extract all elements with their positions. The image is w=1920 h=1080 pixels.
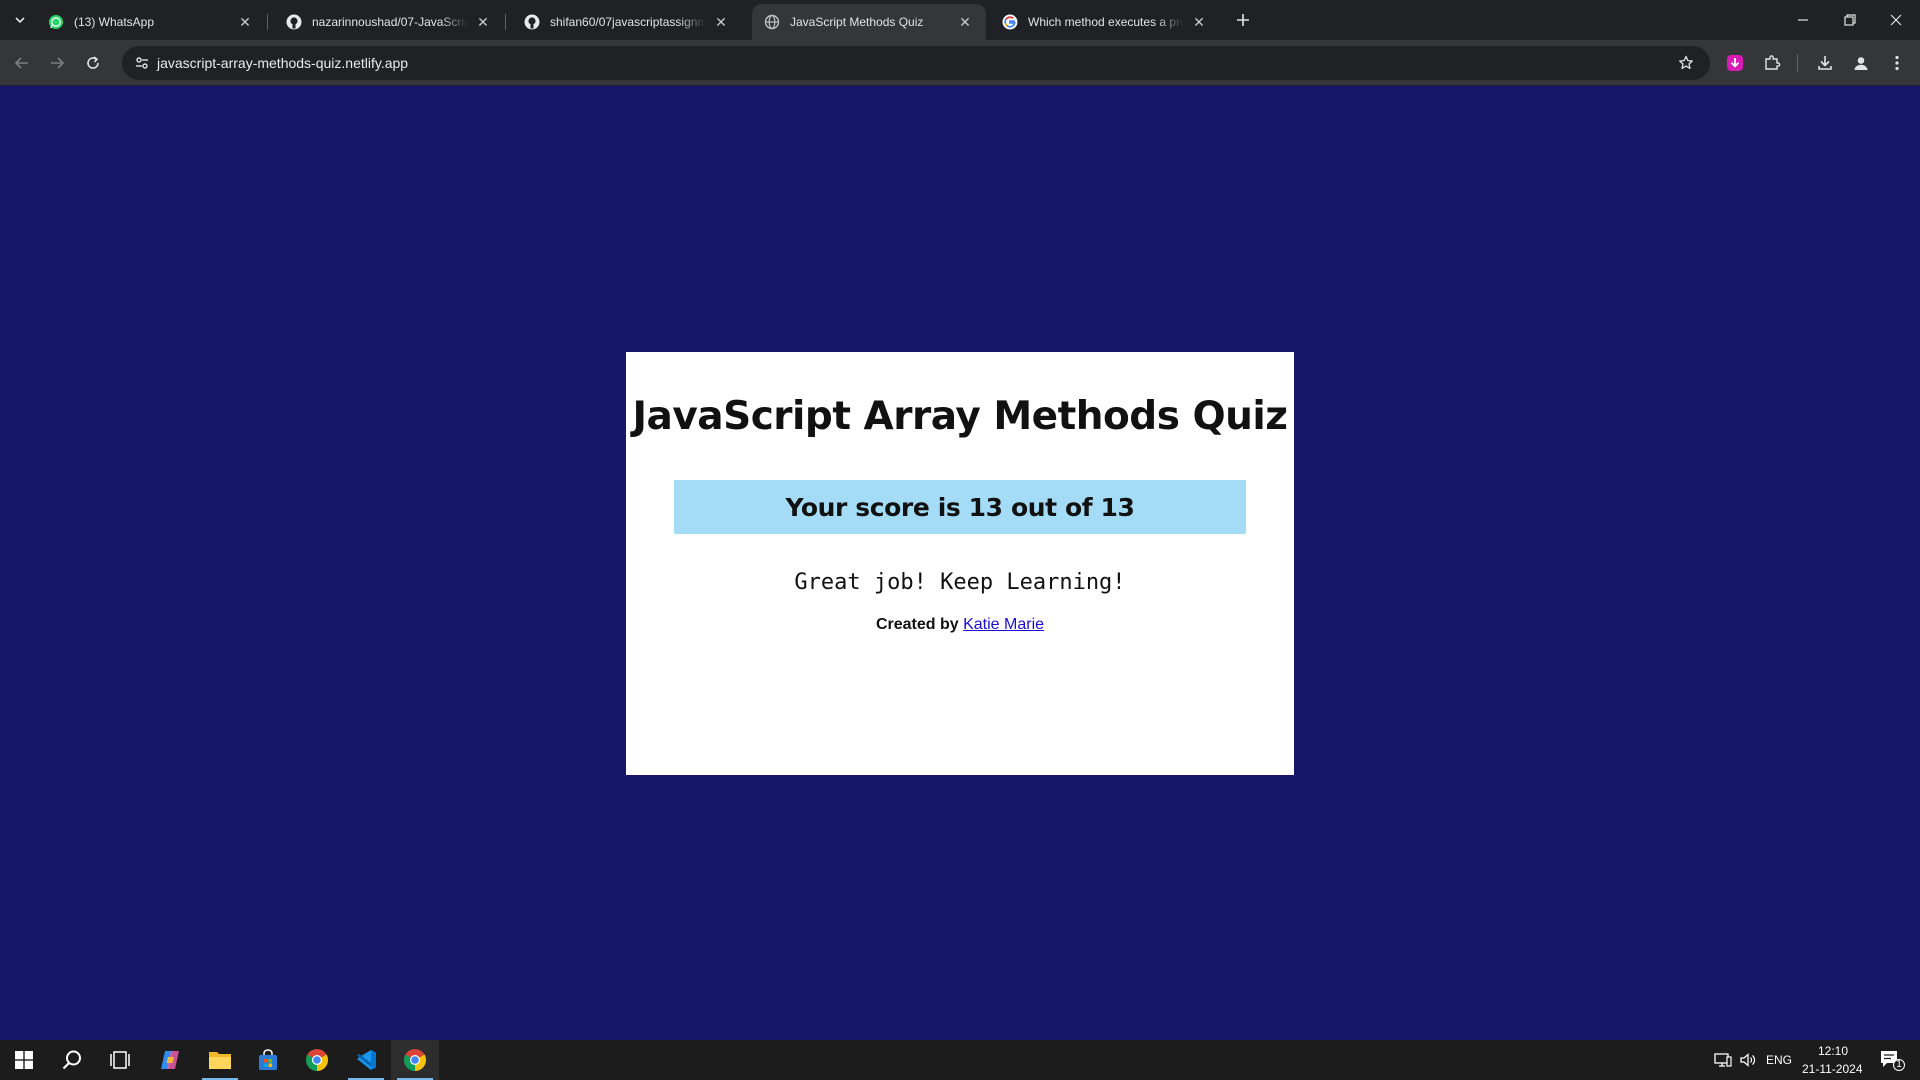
tab-github-nazarinnoushad[interactable]: nazarinnoushad/07-JavaScript- ✕ [274,4,504,40]
minimize-button[interactable] [1780,0,1826,40]
copilot-button[interactable] [146,1040,194,1080]
task-view-icon [110,1051,130,1069]
bookmark-star-button[interactable] [1674,51,1698,75]
profile-button[interactable] [1847,49,1875,77]
file-explorer-button[interactable] [196,1040,244,1080]
tab-separator [505,14,506,30]
close-icon[interactable]: ✕ [1190,13,1208,31]
result-message: Great job! Keep Learning! [794,570,1126,595]
puzzle-icon [1765,55,1781,70]
credit-prefix: Created by [875,616,959,633]
site-info-icon[interactable] [130,51,154,75]
back-button[interactable] [8,49,36,77]
tab-search-button[interactable] [8,8,32,32]
tab-github-shifan60[interactable]: shifan60/07javascriptassignmen ✕ [512,4,742,40]
windows-taskbar: ENG 12:10 21-11-2024 1 [0,1040,1920,1080]
close-icon[interactable]: ✕ [712,13,730,31]
whatsapp-icon [48,14,64,30]
tab-title: nazarinnoushad/07-JavaScript- [312,15,468,29]
menu-button[interactable] [1883,49,1911,77]
chrome-icon [306,1049,328,1071]
credit-line: Created by Katie Marie [626,616,1294,634]
language-indicator[interactable]: ENG [1766,1053,1792,1067]
download-icon [1818,56,1832,70]
star-icon [1679,55,1693,70]
new-tab-button[interactable] [1231,8,1255,32]
vscode-icon [357,1050,376,1070]
tab-javascript-methods-quiz[interactable]: JavaScript Methods Quiz ✕ [752,4,986,40]
browser-toolbar: javascript-array-methods-quiz.netlify.ap… [0,40,1920,86]
close-icon[interactable]: ✕ [956,13,974,31]
vscode-button[interactable] [342,1040,390,1080]
close-icon[interactable]: ✕ [236,13,254,31]
microsoft-store-button[interactable] [244,1040,292,1080]
close-icon[interactable]: ✕ [474,13,492,31]
plus-icon [1237,14,1249,26]
score-banner: Your score is 13 out of 13 [674,480,1246,534]
github-icon [286,14,302,30]
tab-strip: (13) WhatsApp ✕ nazarinnoushad/07-JavaSc… [0,0,1920,40]
search-icon [62,1050,81,1070]
toolbar-separator [1797,54,1798,72]
microsoft-store-icon [259,1049,277,1070]
downloads-button[interactable] [1811,49,1839,77]
google-icon [1002,14,1018,30]
chrome-icon [404,1049,426,1071]
close-icon [1890,14,1902,26]
search-button[interactable] [48,1040,96,1080]
score-text: Your score is 13 out of 13 [785,492,1135,522]
download-extension-button[interactable] [1721,49,1749,77]
tab-google-search[interactable]: Which method executes a provi ✕ [990,4,1220,40]
arrow-right-icon [51,57,65,69]
clock-time[interactable]: 12:10 [1818,1044,1848,1058]
file-explorer-icon [209,1052,231,1069]
network-icon[interactable] [1714,1051,1732,1069]
tab-whatsapp[interactable]: (13) WhatsApp ✕ [36,4,266,40]
chevron-down-icon [15,17,25,24]
tab-title: JavaScript Methods Quiz [790,15,924,29]
reload-button[interactable] [79,49,107,77]
download-extension-icon [1727,55,1743,71]
forward-button[interactable] [43,49,71,77]
author-link[interactable]: Katie Marie [963,616,1044,633]
tab-separator [267,14,268,30]
arrow-left-icon [14,57,28,69]
extensions-button[interactable] [1758,49,1786,77]
volume-icon[interactable] [1739,1051,1757,1069]
task-view-button[interactable] [96,1040,144,1080]
notifications-button[interactable]: 1 [1879,1051,1905,1071]
minimize-icon [1798,19,1808,21]
clock-date[interactable]: 21-11-2024 [1802,1062,1863,1076]
tab-title: (13) WhatsApp [74,15,155,29]
reload-icon [87,56,99,69]
start-button[interactable] [0,1040,48,1080]
url-text[interactable]: javascript-array-methods-quiz.netlify.ap… [157,55,408,71]
address-bar[interactable]: javascript-array-methods-quiz.netlify.ap… [122,46,1710,80]
page-viewport: JavaScript Array Methods Quiz Your score… [0,87,1920,1040]
globe-icon [764,14,780,30]
quiz-result-card: JavaScript Array Methods Quiz Your score… [626,352,1294,775]
notification-count: 1 [1893,1059,1905,1071]
chrome-taskbar-button[interactable] [293,1040,341,1080]
more-vert-icon [1895,55,1899,71]
profile-icon [1854,57,1868,70]
tab-title: Which method executes a provi [1028,15,1184,29]
restore-button[interactable] [1827,0,1873,40]
copilot-icon [161,1051,179,1069]
windows-start-icon [15,1051,33,1069]
tab-title: shifan60/07javascriptassignmen [550,15,706,29]
chrome-active-button[interactable] [391,1040,439,1080]
page-title: JavaScript Array Methods Quiz [632,394,1288,439]
restore-icon [1844,14,1856,26]
github-icon [524,14,540,30]
close-window-button[interactable] [1873,0,1919,40]
